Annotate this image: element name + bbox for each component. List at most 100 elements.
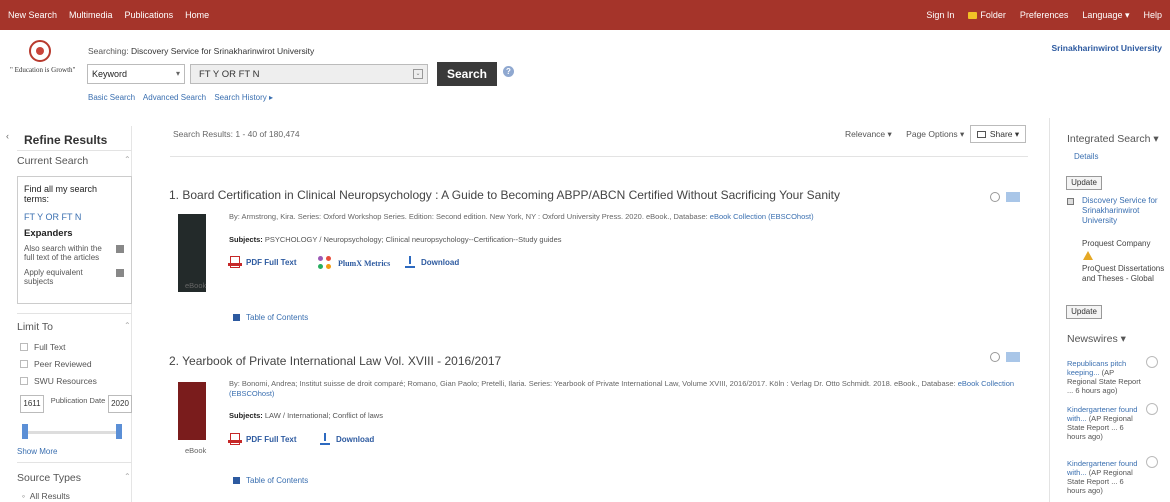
chevron-icon[interactable]: ⌃ [124, 321, 131, 330]
integrated-search-heading[interactable]: Integrated Search ▾ [1067, 133, 1159, 145]
remove-expander-icon[interactable] [116, 245, 124, 253]
database-link[interactable]: eBook Collection (EBSCOhost) [710, 212, 814, 221]
download-link[interactable]: Download [405, 256, 459, 268]
result-title[interactable]: 2. Yearbook of Private International Law… [169, 354, 501, 368]
page-options-dropdown[interactable]: Page Options ▾ [906, 129, 964, 139]
details-link[interactable]: Details [1074, 152, 1098, 161]
pdf-full-text-link[interactable]: PDF Full Text [228, 433, 297, 445]
date-slider-min-handle[interactable] [22, 424, 28, 439]
limit-to-heading[interactable]: Limit To [17, 321, 53, 333]
limit-peer-reviewed[interactable]: Peer Reviewed [20, 359, 92, 369]
divider [17, 313, 132, 314]
basic-search-link[interactable]: Basic Search [88, 93, 135, 102]
date-slider-max-handle[interactable] [116, 424, 122, 439]
top-nav-bar: New Search Multimedia Publications Home … [0, 0, 1170, 30]
publication-type-label: eBook [185, 446, 207, 455]
book-cover[interactable] [178, 382, 206, 440]
search-field-select[interactable]: Keyword ▾ [87, 64, 185, 84]
search-input[interactable]: FT Y OR FT N ⌄ [190, 64, 428, 84]
checkbox[interactable] [20, 343, 28, 351]
preview-icon[interactable] [990, 352, 1000, 362]
result-meta: By: Armstrong, Kira. Series: Oxford Work… [229, 212, 814, 221]
show-more-link[interactable]: Show More [17, 447, 57, 456]
table-of-contents-link[interactable]: Table of Contents [233, 313, 308, 322]
search-history-link[interactable]: Search History ▸ [214, 93, 273, 102]
result-meta: By: Bonomi, Andrea; Institut suisse de d… [229, 379, 1015, 398]
pdf-icon [228, 256, 242, 268]
university-logo[interactable]: " Education is Growth" [10, 40, 75, 74]
chevron-down-icon: ▾ [175, 69, 180, 78]
expander-equivalent-subjects: Apply equivalent subjects [24, 268, 83, 286]
nav-publications[interactable]: Publications [125, 10, 174, 20]
integrated-db-proquest: Proquest Company [1082, 239, 1151, 248]
limit-swu-resources[interactable]: SWU Resources [20, 376, 97, 386]
expanders-label: Expanders [24, 228, 73, 239]
table-of-contents-link[interactable]: Table of Contents [233, 476, 308, 485]
limit-full-text[interactable]: Full Text [20, 342, 66, 352]
nav-help[interactable]: Help [1143, 10, 1162, 20]
help-icon[interactable]: ? [503, 66, 514, 77]
search-button[interactable]: Search [437, 62, 497, 86]
update-button[interactable]: Update [1066, 305, 1102, 319]
newswires-heading[interactable]: Newswires ▾ [1067, 333, 1126, 345]
chevron-icon[interactable]: ⌃ [124, 472, 131, 481]
publication-date-label: Publication Date [50, 396, 106, 405]
result-subjects: Subjects: LAW / International; Conflict … [229, 411, 383, 420]
add-to-folder-icon[interactable] [1006, 352, 1020, 362]
date-slider-track[interactable] [23, 431, 120, 434]
search-links: Basic Search Advanced Search Search Hist… [88, 93, 279, 102]
plus-icon [233, 477, 240, 484]
share-button[interactable]: Share ▾ [970, 125, 1026, 143]
university-seal-icon [29, 40, 51, 62]
institution-name[interactable]: Srinakharinwirot University [1051, 43, 1162, 53]
current-search-term[interactable]: FT Y OR FT N [24, 212, 81, 222]
checkbox[interactable] [1067, 198, 1074, 205]
refine-results-title: Refine Results [24, 133, 108, 147]
collapse-sidebar-icon[interactable]: ‹ [6, 131, 9, 141]
nav-new-search[interactable]: New Search [8, 10, 57, 20]
preview-icon[interactable] [990, 192, 1000, 202]
integrated-db-proquest-dissertations: ProQuest Dissertations and Theses - Glob… [1082, 264, 1165, 283]
clear-icon[interactable]: ⌄ [413, 69, 423, 79]
warning-icon [1083, 251, 1093, 260]
divider [17, 150, 132, 151]
pdf-full-text-link[interactable]: PDF Full Text [228, 256, 297, 268]
nav-multimedia[interactable]: Multimedia [69, 10, 113, 20]
result-title[interactable]: 1. Board Certification in Clinical Neuro… [169, 188, 840, 202]
nav-sign-in[interactable]: Sign In [926, 10, 954, 20]
checkbox[interactable] [20, 360, 28, 368]
update-button[interactable]: Update [1066, 176, 1102, 190]
download-link[interactable]: Download [320, 433, 374, 445]
divider [17, 462, 132, 463]
preview-icon[interactable] [1146, 456, 1158, 468]
divider [170, 156, 1028, 157]
source-types-heading[interactable]: Source Types [17, 472, 81, 484]
add-to-folder-icon[interactable] [1006, 192, 1020, 202]
date-to-input[interactable]: 2020 [108, 395, 132, 413]
current-search-box: Find all my search terms: FT Y OR FT N E… [17, 176, 132, 304]
nav-language[interactable]: Language ▾ [1082, 10, 1129, 21]
relevance-dropdown[interactable]: Relevance ▾ [845, 129, 892, 139]
nav-home[interactable]: Home [185, 10, 209, 20]
preview-icon[interactable] [1146, 356, 1158, 368]
remove-expander-icon[interactable] [116, 269, 124, 277]
integrated-db-discovery[interactable]: Discovery Service for Srinakharinwirot U… [1082, 196, 1166, 226]
nav-preferences[interactable]: Preferences [1020, 10, 1069, 20]
searching-label: Searching: Discovery Service for Srinakh… [88, 46, 315, 56]
current-search-heading[interactable]: Current Search [17, 155, 88, 167]
pdf-icon [228, 433, 242, 445]
folder-icon [968, 11, 978, 19]
date-from-input[interactable]: 1611 [20, 395, 44, 413]
news-item: Republicans pitch keeping... (AP Regiona… [1067, 359, 1141, 395]
advanced-search-link[interactable]: Advanced Search [143, 93, 206, 102]
results-count: Search Results: 1 - 40 of 180,474 [173, 129, 300, 139]
plus-icon [233, 314, 240, 321]
plumx-metrics-link[interactable]: PlumX Metrics [318, 256, 390, 270]
source-all-results[interactable]: ◦ All Results [22, 491, 70, 501]
result-actions [990, 192, 1020, 202]
checkbox[interactable] [20, 377, 28, 385]
chevron-icon[interactable]: ⌃ [124, 155, 131, 164]
news-item: Kindergartener found with... (AP Regiona… [1067, 405, 1138, 441]
nav-folder[interactable]: Folder [968, 10, 1006, 20]
preview-icon[interactable] [1146, 403, 1158, 415]
